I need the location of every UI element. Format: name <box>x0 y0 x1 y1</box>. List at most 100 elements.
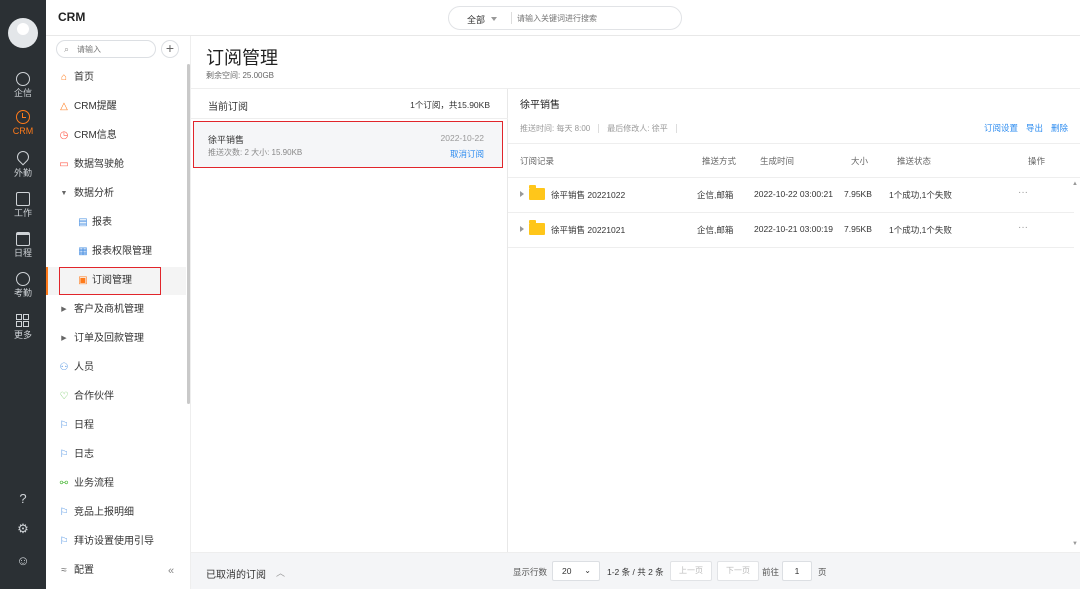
folder-icon <box>529 185 545 200</box>
subscription-settings-link[interactable]: 订阅设置 <box>984 123 1018 133</box>
flag-icon: ⚐ <box>59 536 69 547</box>
flag-icon: ⚐ <box>59 420 69 431</box>
sidebar-item-log[interactable]: ⚐ 日志 <box>46 441 186 469</box>
sidebar-item-partner[interactable]: ♡ 合作伙伴 <box>46 383 186 411</box>
list-title: 当前订阅 <box>208 102 248 113</box>
rail-item-attendance[interactable]: 考勤 <box>0 268 46 304</box>
subscription-card[interactable]: 徐平销售 推送次数: 2 大小: 15.90KB 2022-10-22 取消订阅 <box>193 121 503 168</box>
settings-icon[interactable]: ⚙ <box>0 516 46 542</box>
sidebar-item-workflow[interactable]: ⚯ 业务流程 <box>46 470 186 498</box>
people-icon[interactable]: ☺ <box>0 548 46 574</box>
search-divider <box>511 12 512 24</box>
chevron-down-icon[interactable] <box>491 17 497 21</box>
more-actions-icon[interactable]: ··· <box>1018 187 1028 198</box>
detail-meta: 推送时间: 每天 8:00 最后修改人: 徐平 <box>520 123 685 134</box>
subscription-list-panel: 当前订阅 1个订阅，共15.90KB 徐平销售 推送次数: 2 大小: 15.9… <box>191 89 508 589</box>
clock-icon: ◷ <box>59 130 69 141</box>
sidebar-search-input[interactable] <box>77 43 147 55</box>
generated-time: 2022-10-22 03:00:21 <box>754 189 833 199</box>
search-scope-select[interactable]: 全部 <box>467 13 485 26</box>
sidebar-item-order[interactable]: ▶ 订单及回款管理 <box>46 325 186 353</box>
app-title: CRM <box>58 10 86 24</box>
sidebar-item-home[interactable]: ⌂ 首页 <box>46 64 186 92</box>
column-header: 订阅记录 <box>520 156 555 166</box>
export-link[interactable]: 导出 <box>1026 123 1043 133</box>
sidebar-item-dashboard[interactable]: ▭ 数据驾驶舱 <box>46 151 186 179</box>
rail-item-crm[interactable]: CRM <box>0 106 46 142</box>
dashboard-icon: ▭ <box>59 159 69 170</box>
storage-quota: 剩余空间: 25.00GB <box>206 71 275 80</box>
cancelled-subscriptions-label: 已取消的订阅 <box>206 570 266 581</box>
home-icon: ⌂ <box>60 72 68 83</box>
detail-actions: 订阅设置 导出 删除 <box>976 122 1068 134</box>
detail-title: 徐平销售 <box>520 100 560 111</box>
record-size: 7.95KB <box>844 224 872 234</box>
subscription-meta: 推送次数: 2 大小: 15.90KB <box>208 148 303 157</box>
page-size-select[interactable]: 20 ⌄ <box>552 561 600 581</box>
help-icon[interactable]: ? <box>0 486 46 512</box>
user-avatar[interactable] <box>8 18 38 48</box>
next-page-button[interactable]: 下一页 <box>717 561 759 581</box>
column-header: 推送状态 <box>897 156 932 166</box>
page-range: 1-2 条 / 共 2 条 <box>607 567 664 577</box>
partner-icon: ♡ <box>59 391 69 402</box>
sidebar-item-visit-guide[interactable]: ⚐ 拜访设置使用引导 <box>46 528 186 556</box>
sidebar-item-schedule[interactable]: ⚐ 日程 <box>46 412 186 440</box>
table-header: 订阅记录 推送方式 生成时间 大小 推送状态 操作 <box>508 143 1080 178</box>
grid-icon <box>0 310 46 330</box>
rail-item-work[interactable]: 工作 <box>0 188 46 224</box>
record-name: 徐平销售 20221021 <box>551 225 626 235</box>
table-row[interactable]: 徐平销售 20221022 企信,邮箱 2022-10-22 03:00:21 … <box>508 178 1074 213</box>
cancel-subscription-link[interactable]: 取消订阅 <box>450 148 484 160</box>
add-button[interactable]: + <box>161 40 179 58</box>
crm-clock-icon <box>0 106 46 126</box>
sidebar-item-customer[interactable]: ▶ 客户及商机管理 <box>46 296 186 324</box>
sidebar-item-crm-reminder[interactable]: △ CRM提醒 <box>46 93 186 121</box>
scroll-up-icon[interactable]: ▲ <box>1072 181 1078 187</box>
location-icon <box>0 148 46 168</box>
sidebar-item-competitor[interactable]: ⚐ 竞品上报明细 <box>46 499 186 527</box>
subscription-date: 2022-10-22 <box>440 133 484 143</box>
caret-down-icon: ▼ <box>60 190 68 197</box>
goto-label: 前往 <box>762 567 780 577</box>
sidebar-item-crm-info[interactable]: ◷ CRM信息 <box>46 122 186 150</box>
page-header: 订阅管理 剩余空间: 25.00GB <box>191 36 1080 89</box>
page-input[interactable]: 1 <box>782 561 812 581</box>
report-icon: ▤ <box>78 217 88 228</box>
push-method: 企信,邮箱 <box>697 225 734 235</box>
page-title: 订阅管理 <box>206 48 278 68</box>
table-row[interactable]: 徐平销售 20221021 企信,邮箱 2022-10-21 03:00:19 … <box>508 213 1074 248</box>
delete-link[interactable]: 删除 <box>1051 123 1068 133</box>
sidebar-scrollbar[interactable] <box>187 64 190 404</box>
cancelled-subscriptions-toggle[interactable]: 已取消的订阅 ︿ <box>191 552 508 589</box>
chevron-down-icon: ⌄ <box>584 566 591 575</box>
sidebar-item-people[interactable]: ⚇ 人员 <box>46 354 186 382</box>
rail-item-calendar[interactable]: 日程 <box>0 228 46 264</box>
report-permission-icon: ▦ <box>78 246 88 257</box>
more-actions-icon[interactable]: ··· <box>1018 222 1028 233</box>
sidebar-item-config[interactable]: ≈ 配置 <box>46 557 186 585</box>
work-icon <box>0 188 46 208</box>
collapse-sidebar-icon[interactable]: « <box>168 565 174 577</box>
subscription-name: 徐平销售 <box>208 135 245 145</box>
list-header: 当前订阅 1个订阅，共15.90KB <box>191 89 508 119</box>
sidebar-item-report-permission[interactable]: ▦ 报表权限管理 <box>46 238 186 266</box>
caret-right-icon: ▶ <box>61 335 67 342</box>
rail-item-chat[interactable]: 企信 <box>0 68 46 104</box>
caret-right-icon: ▶ <box>61 306 67 313</box>
expand-row-icon[interactable] <box>520 226 524 232</box>
prev-page-button[interactable]: 上一页 <box>670 561 712 581</box>
rail-item-field[interactable]: 外勤 <box>0 148 46 184</box>
sidebar-item-data-analysis[interactable]: ▼ 数据分析 <box>46 180 186 208</box>
sidebar-item-report[interactable]: ▤ 报表 <box>46 209 186 237</box>
push-method: 企信,邮箱 <box>697 190 734 200</box>
people-icon: ⚇ <box>59 362 69 373</box>
column-header: 操作 <box>1028 156 1046 166</box>
config-icon: ≈ <box>61 565 67 576</box>
rail-item-more[interactable]: 更多 <box>0 310 46 346</box>
scroll-down-icon[interactable]: ▼ <box>1072 541 1078 547</box>
last-modifier: 最后修改人: 徐平 <box>607 124 668 133</box>
expand-row-icon[interactable] <box>520 191 524 197</box>
search-input[interactable] <box>517 11 667 25</box>
global-search: 全部 <box>448 6 682 30</box>
